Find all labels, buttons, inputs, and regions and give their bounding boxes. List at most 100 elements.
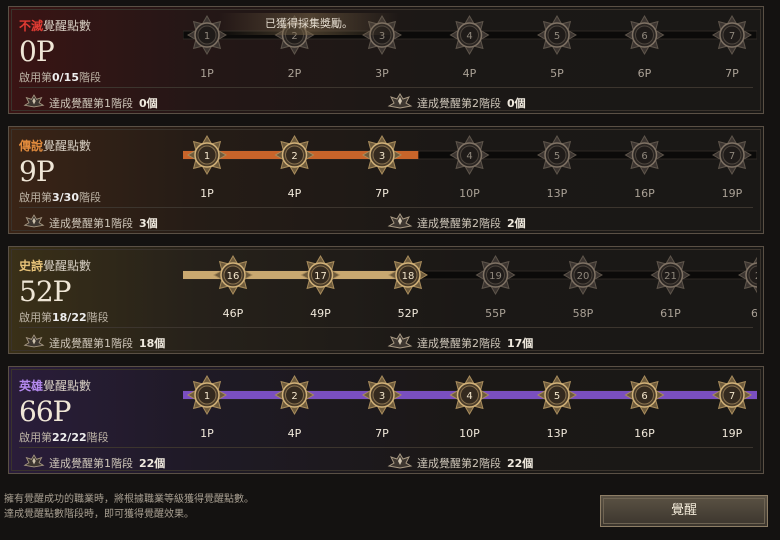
node-medallion-icon: 7 [712,15,752,55]
node-medallion-icon: 5 [537,375,577,415]
panel-title: 不滅覺醒點數 [19,17,91,34]
node-medallion-icon: 18 [388,255,428,295]
node-number: 6 [641,391,647,402]
node-medallion-icon: 3 [362,135,402,175]
node-medallion-icon: 7 [712,375,752,415]
node-cost-label: 5P [550,67,564,80]
crest-large-icon [387,452,413,476]
points-value: 0P [19,35,55,68]
panel-immortal: 不滅覺醒點數 0P 啟用第0/15階段 1 1P 2 2P 3 3P 4 4P 5 5P 6 6P 7 7… [8,6,764,114]
awakening-track[interactable]: 16 46P 17 49P 18 52P 19 55P 20 58P 21 61P 2 64 [183,253,757,323]
points-value: 9P [19,155,55,188]
node-medallion-icon: 4 [449,15,490,55]
node-medallion-icon: 17 [300,255,341,295]
node-medallion-icon: 6 [624,375,665,415]
node-cost-label: 19P [722,427,743,440]
node-cost-label: 58P [573,307,594,320]
crest-small-icon [23,92,45,116]
node-number: 7 [729,31,735,42]
node-cost-label: 4P [288,187,302,200]
node-medallion-icon: 19 [475,255,516,295]
reward-banner: 已獲得採集獎勵。 [219,13,399,35]
panel-heroic: 英雄覺醒點數 66P 啟用第22/22階段 1 1P 2 4P 3 7P 4 10P 5 13P 6… [8,366,764,474]
node-medallion-icon: 1 [187,135,227,175]
points-value: 52P [19,275,71,308]
node-number: 5 [554,31,560,42]
node-cost-label: 6P [638,67,652,80]
stage-text: 啟用第22/22階段 [19,431,109,444]
node-cost-label: 46P [223,307,244,320]
node-cost-label: 52P [398,307,419,320]
node-cost-label: 1P [200,187,214,200]
node-number: 16 [227,271,240,282]
node-number: 19 [489,271,502,282]
node-number: 4 [466,391,472,402]
tier-name: 史詩 [19,259,44,273]
crest-large-icon [387,92,413,116]
node-medallion-icon: 6 [624,135,665,175]
node-number: 5 [554,391,560,402]
stage-text: 啟用第18/22階段 [19,311,109,324]
node-number: 4 [466,31,472,42]
node-number: 2 [755,271,757,282]
node-medallion-icon: 5 [537,15,577,55]
node-medallion-icon: 2 [274,135,315,175]
node-number: 18 [402,271,415,282]
awaken-button[interactable]: 覺醒 [600,495,768,527]
achievement-stage1: 達成覺醒第1階段 22個 [23,452,165,470]
awakening-track: 1 1P 2 4P 3 7P 4 10P 5 13P 6 16P 7 19P [183,373,757,443]
node-medallion-icon: 4 [449,135,490,175]
crest-large-icon [387,212,413,236]
achievement-stage2: 達成覺醒第2階段 2個 [387,212,526,230]
node-cost-label: 7P [375,187,389,200]
tier-name: 不滅 [19,19,44,33]
node-medallion-icon: 5 [537,135,577,175]
stage-text: 啟用第0/15階段 [19,71,101,84]
node-cost-label: 10P [459,427,480,440]
stage-text: 啟用第3/30階段 [19,191,101,204]
tier-name: 英雄 [19,379,44,393]
track-svg: 1 1P 2 4P 3 7P 4 10P 5 13P 6 16P 7 19P [183,135,757,200]
node-cost-label: 13P [547,427,568,440]
node-medallion-icon: 3 [362,375,402,415]
crest-small-icon [23,452,45,476]
node-cost-label: 61P [660,307,681,320]
footer-note: 擁有覺醒成功的職業時，將根據職業等級獲得覺醒點數。 達成覺醒點數階段時，即可獲得… [4,492,254,522]
node-cost-label: 19P [722,187,743,200]
node-cost-label: 4P [288,427,302,440]
node-cost-label: 7P [725,67,739,80]
footer-line2: 達成覺醒點數階段時，即可獲得覺醒效果。 [4,509,194,520]
achievement-stage2: 達成覺醒第2階段 17個 [387,332,533,350]
node-medallion-icon: 7 [712,135,752,175]
achievement-stage2: 達成覺醒第2階段 0個 [387,92,526,110]
node-number: 3 [379,391,385,402]
node-number: 20 [577,271,590,282]
node-cost-label: 16P [634,427,655,440]
panel-title: 傳說覺醒點數 [19,137,91,154]
node-number: 7 [729,151,735,162]
divider [19,87,753,88]
tier-name: 傳說 [19,139,44,153]
node-number: 17 [314,271,327,282]
achievement-stage1: 達成覺醒第1階段 18個 [23,332,165,350]
node-cost-label: 2P [288,67,302,80]
panel-legendary: 傳說覺醒點數 9P 啟用第3/30階段 1 1P 2 4P 3 7P 4 10P 5 13P 6 16… [8,126,764,234]
node-number: 1 [204,391,210,402]
title-label: 覺醒點數 [43,139,92,153]
node-cost-label: 10P [459,187,480,200]
track-svg: 16 46P 17 49P 18 52P 19 55P 20 58P 21 61P 2 64 [183,255,757,320]
achievement-stage2: 達成覺醒第2階段 22個 [387,452,533,470]
node-number: 2 [291,391,297,402]
node-cost-label: 1P [200,67,214,80]
node-cost-label: 16P [634,187,655,200]
node-medallion-icon: 6 [624,15,665,55]
node-cost-label: 55P [485,307,506,320]
divider [19,207,753,208]
node-cost-label: 1P [200,427,214,440]
points-value: 66P [19,395,71,428]
node-number: 7 [729,391,735,402]
node-medallion-icon: 1 [187,375,227,415]
node-medallion-icon: 20 [563,255,603,295]
node-medallion-icon: 16 [213,255,253,295]
awakening-track: 1 1P 2 4P 3 7P 4 10P 5 13P 6 16P 7 19P [183,133,757,203]
